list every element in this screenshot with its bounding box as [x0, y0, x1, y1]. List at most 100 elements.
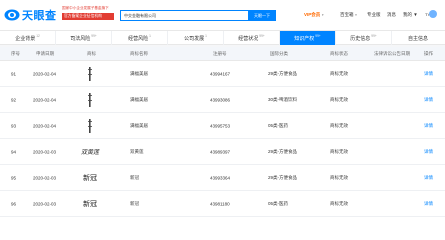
- row-mark-name: 新冠: [130, 174, 139, 180]
- detail-link[interactable]: 详情: [424, 97, 433, 103]
- table-row: 95 2020-02-03 新冠 新冠 43993364 29类-方便食品 商标…: [0, 165, 445, 191]
- promo-banner[interactable]: 国家中小企业发展子基金旗下 官方备案企业征信机构: [62, 6, 114, 25]
- col-action: 操作: [424, 50, 433, 56]
- tab-company-development[interactable]: 公司发展 1: [168, 31, 224, 45]
- search-input[interactable]: [121, 11, 241, 20]
- row-reg-no: 43993086: [210, 97, 231, 102]
- trademark-image[interactable]: 双黄莲: [79, 142, 101, 161]
- row-status: 商标无效: [330, 200, 348, 206]
- search-button[interactable]: 天眼一下: [248, 10, 276, 21]
- col-apply-date: 申请日期: [36, 50, 54, 56]
- row-status: 商标无效: [330, 148, 348, 154]
- top-bar: 天眼查 国家中小企业发展子基金旗下 官方备案企业征信机构 天眼一下 VIP会员 …: [0, 0, 445, 31]
- trademark-image[interactable]: 新冠: [79, 194, 101, 213]
- trademark-image[interactable]: 新冠: [79, 168, 101, 187]
- avatar[interactable]: [429, 10, 437, 18]
- row-date: 2020-02-03: [33, 175, 57, 180]
- row-category: 29类-方便食品: [268, 70, 298, 76]
- row-mark-name: 满福美居: [130, 96, 148, 102]
- row-status: 商标无效: [330, 174, 348, 180]
- nav-pro[interactable]: 专业版: [367, 12, 381, 18]
- col-status: 商标状态: [330, 50, 348, 56]
- tab-badge: 99+: [259, 34, 265, 38]
- logo-text: 天眼查: [22, 10, 57, 22]
- tab-intellectual-property[interactable]: 知识产权 99+: [280, 31, 336, 45]
- tab-label: 经营风险: [128, 35, 149, 42]
- col-mark: 商标: [87, 50, 96, 56]
- eye-logo-icon: [4, 8, 20, 22]
- tab-label: 历史信息: [350, 35, 371, 42]
- trademark-text: 新冠: [83, 173, 97, 182]
- promo-line1: 国家中小企业发展子基金旗下: [62, 6, 109, 10]
- tab-badge: 99+: [91, 34, 97, 38]
- row-status: 商标无效: [330, 70, 348, 76]
- row-date: 2020-02-03: [33, 149, 57, 154]
- tab-badge: 1: [205, 34, 207, 38]
- detail-link[interactable]: 详情: [424, 201, 433, 207]
- trademark-table: 序号 申请日期 商标 商标名称 注册号 国际分类 商标状态 法律诉讼公告日期 操…: [0, 47, 445, 240]
- trademark-image[interactable]: [84, 116, 96, 135]
- detail-link[interactable]: 详情: [424, 175, 433, 181]
- row-date: 2020-02-04: [33, 123, 57, 128]
- vertical-mark-icon: [88, 92, 92, 107]
- table-row: 92 2020-02-04 满福美居 43993086 30类-啤酒饮料 商标无…: [0, 87, 445, 113]
- detail-link[interactable]: 详情: [424, 71, 433, 77]
- row-status: 商标无效: [330, 122, 348, 128]
- table-row: 94 2020-02-03 双黄莲 双黄莲 43989397 29类-方便食品 …: [0, 139, 445, 165]
- detail-link[interactable]: 详情: [424, 123, 433, 129]
- row-date: 2020-02-04: [33, 97, 57, 102]
- promo-line2: 官方备案企业征信机构: [62, 13, 114, 20]
- row-date: 2020-02-03: [33, 201, 57, 206]
- tab-badge: 99+: [315, 34, 321, 38]
- logo[interactable]: 天眼查: [4, 7, 57, 23]
- nav-toolbox[interactable]: 百宝箱 ▼: [340, 12, 357, 18]
- col-category: 国际分类: [270, 50, 288, 56]
- tab-operating-status[interactable]: 经营状况 99+: [224, 31, 280, 45]
- nav-vip[interactable]: VIP会员 ▼: [304, 12, 324, 18]
- tab-label: 经营状况: [238, 35, 259, 42]
- row-index: 92: [11, 97, 17, 102]
- nav-toolbox-label: 百宝箱: [340, 12, 354, 17]
- col-mark-name: 商标名称: [130, 50, 148, 56]
- col-reg-no: 注册号: [213, 50, 227, 56]
- row-mark-name: 双黄莲: [130, 148, 144, 154]
- row-mark-name: 新冠: [130, 200, 139, 206]
- trademark-image[interactable]: [84, 64, 96, 83]
- detail-link[interactable]: 详情: [424, 149, 433, 155]
- nav-pro-label: 专业版: [367, 12, 381, 17]
- trademark-calligraphy-text: 双黄莲: [80, 149, 99, 156]
- row-reg-no: 43989397: [210, 149, 231, 154]
- tab-self-info[interactable]: 自主信息: [392, 31, 445, 45]
- tab-judicial-risk[interactable]: 司法风险 99+: [56, 31, 112, 45]
- nav-mine[interactable]: 我的 ▼: [403, 12, 418, 18]
- table-row: 96 2020-02-03 新冠 新冠 43981180 05类-医药 商标无效…: [0, 191, 445, 217]
- tab-history[interactable]: 历史信息 99+: [336, 31, 392, 45]
- chevron-down-icon: ▼: [354, 13, 358, 17]
- row-reg-no: 43994167: [210, 71, 231, 76]
- row-status: 商标无效: [330, 96, 348, 102]
- row-reg-no: 43993364: [210, 175, 231, 180]
- tab-badge: 99+: [371, 34, 377, 38]
- row-category: 30类-啤酒饮料: [268, 96, 298, 102]
- table-row: 91 2020-02-04 满福美居 43994167 29类-方便食品 商标无…: [0, 61, 445, 87]
- row-index: 94: [11, 149, 17, 154]
- tab-label: 自主信息: [407, 35, 428, 42]
- row-category: 29类-方便食品: [268, 148, 298, 154]
- row-index: 93: [11, 123, 17, 128]
- tab-badge: 1: [149, 34, 151, 38]
- row-category: 05类-医药: [268, 122, 289, 128]
- tab-label: 知识产权: [294, 35, 315, 42]
- tab-label: 公司发展: [184, 35, 205, 42]
- nav-messages[interactable]: 消息: [387, 12, 396, 18]
- tab-operating-risk[interactable]: 经营风险 1: [112, 31, 168, 45]
- search-box: 天眼一下: [120, 10, 276, 21]
- section-tabs: 企业背景 12 司法风险 99+ 经营风险 1 公司发展 1 经营状况 99+ 知识产权 9…: [0, 31, 445, 45]
- vertical-mark-icon: [88, 118, 92, 133]
- tab-badge: 12: [36, 34, 40, 38]
- row-reg-no: 43981180: [210, 201, 230, 206]
- tab-label: 企业背景: [15, 35, 36, 42]
- nav-messages-label: 消息: [387, 12, 396, 17]
- row-mark-name: 满福美居: [130, 70, 148, 76]
- trademark-image[interactable]: [84, 90, 96, 109]
- tab-enterprise-background[interactable]: 企业背景 12: [0, 31, 56, 45]
